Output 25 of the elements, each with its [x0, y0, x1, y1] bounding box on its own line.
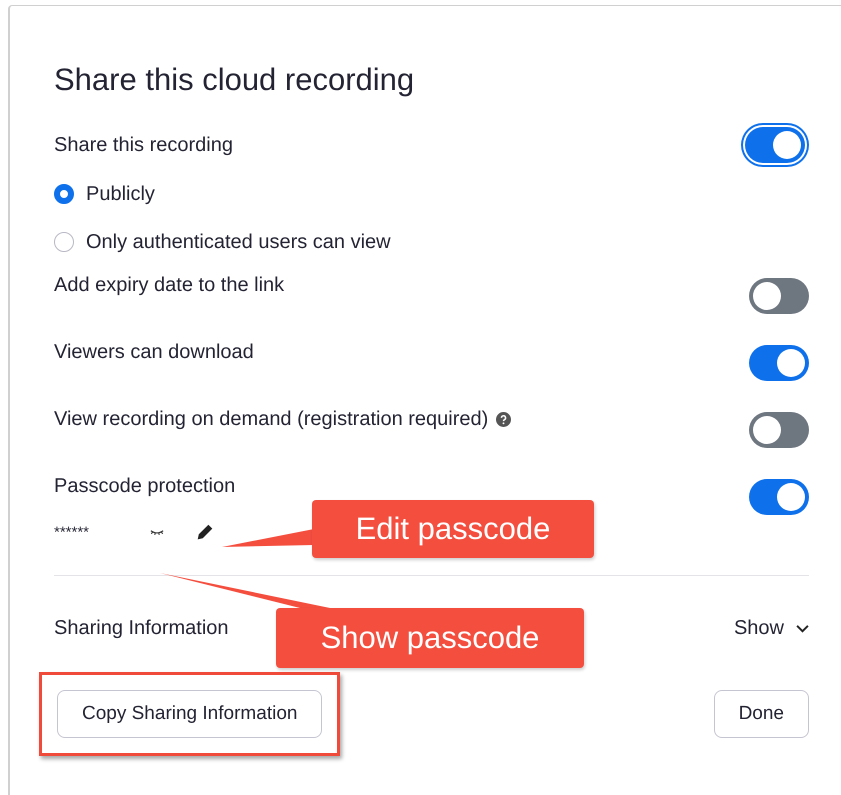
- toggle-switch[interactable]: [749, 479, 809, 515]
- action-button[interactable]: Copy Sharing Information: [57, 690, 322, 738]
- toggle-switch[interactable]: [749, 345, 809, 381]
- section-label: Sharing Information: [54, 616, 229, 640]
- eye-closed-icon[interactable]: [150, 528, 164, 536]
- setting-label: Add expiry date to the link: [54, 274, 284, 297]
- toggle-switch[interactable]: [749, 278, 809, 314]
- chevron-down-icon: [796, 624, 809, 632]
- toggle-switch[interactable]: [745, 127, 805, 163]
- toggle-switch[interactable]: [749, 412, 809, 448]
- dialog-title: Share this cloud recording: [54, 61, 416, 99]
- radio-label: Publicly: [86, 182, 155, 206]
- radio-button[interactable]: [54, 232, 74, 252]
- setting-label: Viewers can download: [54, 341, 254, 364]
- action-button[interactable]: Done: [714, 690, 809, 738]
- pencil-icon[interactable]: [196, 523, 214, 541]
- setting-label: Share this recording: [54, 134, 233, 156]
- radio-button[interactable]: [54, 184, 74, 204]
- setting-label: Passcode protection: [54, 475, 236, 498]
- radio-label: Only authenticated users can view: [86, 230, 391, 254]
- setting-label: View recording on demand (registration required): [54, 408, 488, 431]
- passcode-value: ******: [54, 524, 90, 540]
- show-toggle[interactable]: Show: [734, 616, 809, 640]
- help-icon[interactable]: [496, 412, 512, 427]
- callout-label: Edit passcode: [312, 500, 594, 558]
